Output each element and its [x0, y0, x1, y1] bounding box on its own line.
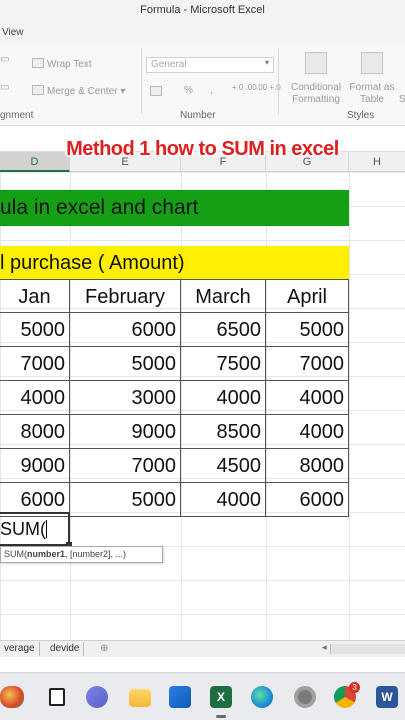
data-cell[interactable]: 4500	[181, 449, 266, 483]
format-as-table-button[interactable]: Format as Table	[348, 82, 396, 106]
formula-text: SUM(	[0, 519, 46, 539]
tooltip-remaining-args: , [number2], ...)	[65, 549, 127, 559]
header-cell-jan[interactable]: Jan	[0, 279, 70, 313]
data-cell[interactable]: 7000	[70, 449, 181, 483]
sheet-tab-bar: verage devide ⊕ ◂	[0, 640, 405, 657]
merge-center-icon	[32, 85, 44, 95]
data-cell[interactable]: 5000	[266, 313, 349, 347]
function-tooltip[interactable]: SUM(number1, [number2], ...)	[0, 546, 163, 563]
fruit-photo-icon[interactable]	[0, 686, 24, 708]
store-icon[interactable]	[169, 686, 191, 708]
data-cell[interactable]: 3000	[70, 381, 181, 415]
data-cell[interactable]: 4000	[266, 415, 349, 449]
chevron-down-icon: ▾	[264, 58, 269, 67]
align-indent-icon[interactable]: ▭	[0, 82, 9, 93]
merge-center-button[interactable]: Merge & Center ▾	[32, 85, 125, 97]
merge-caret-icon: ▾	[120, 86, 126, 97]
tooltip-function-name: SUM(	[4, 549, 27, 559]
data-cell[interactable]: 7000	[266, 347, 349, 381]
data-cell[interactable]: 6500	[181, 313, 266, 347]
overlay-title: Method 1 how to SUM in excel	[66, 138, 339, 160]
ribbon-tab-bar: View	[0, 24, 405, 44]
currency-button[interactable]	[150, 86, 165, 98]
data-cell[interactable]: 4000	[181, 381, 266, 415]
tooltip-current-arg: number1	[27, 549, 66, 559]
scroll-left-icon[interactable]: ◂	[322, 642, 327, 653]
data-cell[interactable]: 7000	[0, 347, 70, 381]
percent-button[interactable]: %	[184, 85, 193, 96]
data-cell[interactable]: 8500	[181, 415, 266, 449]
data-cell[interactable]: 9000	[0, 449, 70, 483]
data-cell[interactable]: 4000	[0, 381, 70, 415]
data-cell[interactable]: 9000	[70, 415, 181, 449]
align-left-icon[interactable]: ▭	[0, 54, 9, 65]
data-cell[interactable]: 6000	[266, 483, 349, 517]
edge-icon[interactable]	[251, 686, 273, 708]
chrome-notification-badge: 3	[349, 682, 360, 693]
window-title: Formula - Microsoft Excel	[140, 4, 265, 16]
text-cursor	[46, 520, 47, 538]
header-cell-march[interactable]: March	[181, 279, 266, 313]
sheet-tab-devide[interactable]: devide	[46, 642, 85, 656]
sheet-tab-average[interactable]: verage	[0, 642, 40, 656]
alignment-group-label: gnment	[0, 110, 34, 121]
styles-group-label: Styles	[347, 110, 375, 121]
header-cell-april[interactable]: April	[266, 279, 349, 313]
ribbon-separator	[278, 48, 279, 114]
conditional-formatting-icon[interactable]	[305, 52, 327, 74]
wrap-text-button[interactable]: Wrap Text	[32, 58, 92, 70]
currency-icon	[150, 86, 162, 96]
wrap-text-icon	[32, 58, 44, 68]
conditional-formatting-button[interactable]: Conditional Formatting	[284, 82, 348, 106]
ribbon-separator	[141, 48, 142, 114]
merge-center-label: Merge & Center	[47, 86, 118, 97]
comma-button[interactable]: ,	[210, 85, 213, 96]
word-icon[interactable]: W	[376, 686, 398, 708]
active-app-indicator	[216, 715, 226, 718]
format-as-table-icon[interactable]	[361, 52, 383, 74]
title-bar: Formula - Microsoft Excel	[0, 0, 405, 24]
active-cell-formula[interactable]: SUM(	[0, 512, 70, 546]
file-explorer-icon[interactable]	[129, 689, 151, 707]
new-sheet-icon[interactable]: ⊕	[96, 642, 112, 656]
cell-styles-button[interactable]: S	[399, 94, 405, 105]
yellow-subtitle-banner[interactable]: l purchase ( Amount)	[0, 246, 349, 279]
task-view-icon[interactable]	[49, 688, 65, 706]
grid-line	[349, 172, 350, 640]
decrease-decimal-button[interactable]: .00 +.0	[256, 83, 281, 92]
data-cell[interactable]: 8000	[266, 449, 349, 483]
data-cell[interactable]: 6000	[70, 313, 181, 347]
data-cell[interactable]: 5000	[0, 313, 70, 347]
settings-icon[interactable]	[294, 686, 316, 708]
horizontal-scrollbar[interactable]	[330, 644, 405, 654]
teams-chat-icon[interactable]	[86, 686, 108, 708]
increase-decimal-button[interactable]: +.0 .00	[232, 83, 257, 92]
data-cell[interactable]: 8000	[0, 415, 70, 449]
number-group-label: Number	[180, 110, 216, 121]
data-cell[interactable]: 5000	[70, 483, 181, 517]
green-title-banner[interactable]: ula in excel and chart	[0, 190, 349, 226]
data-cell[interactable]: 4000	[181, 483, 266, 517]
wrap-text-label: Wrap Text	[47, 59, 92, 70]
number-format-value: General	[151, 59, 187, 70]
tab-view[interactable]: View	[2, 27, 24, 38]
excel-icon[interactable]: X	[210, 686, 232, 708]
data-cell[interactable]: 5000	[70, 347, 181, 381]
number-format-dropdown[interactable]: General ▾	[146, 57, 274, 73]
ribbon: ▭ ▭ Wrap Text Merge & Center ▾ General ▾…	[0, 44, 405, 126]
taskbar: X 3 W	[0, 672, 405, 720]
data-cell[interactable]: 4000	[266, 381, 349, 415]
header-cell-february[interactable]: February	[70, 279, 181, 313]
data-cell[interactable]: 7500	[181, 347, 266, 381]
